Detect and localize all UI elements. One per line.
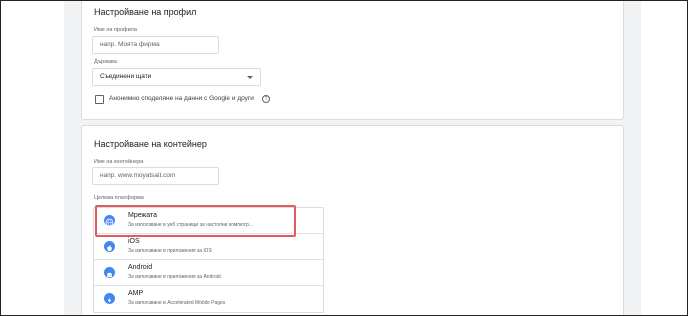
platform-desc: За използване в приложения за Android — [128, 274, 221, 280]
container-name-input[interactable]: напр. www.moyatsait.com — [92, 167, 219, 185]
container-name-placeholder: напр. www.moyatsait.com — [100, 172, 176, 179]
platform-title: Android — [128, 264, 153, 271]
platform-title: iOS — [128, 238, 140, 245]
profile-card: Настройване на профил Име на профила нап… — [81, 1, 624, 120]
amp-bolt-icon — [104, 293, 115, 304]
platform-item-android[interactable]: Android За използване в приложения за An… — [94, 260, 323, 286]
platform-title: AMP — [128, 290, 144, 297]
platform-label: Целева платформа — [94, 195, 144, 201]
platform-desc: За използване в Accelerated Mobile Pages — [128, 300, 226, 306]
profile-name-label: Име на профила — [94, 27, 137, 33]
container-name-label: Име на контейнера — [94, 159, 144, 165]
platform-item-ios[interactable]: iOS За използване в приложения за iOS — [94, 234, 323, 260]
share-data-checkbox[interactable] — [95, 95, 104, 104]
country-value: Съединени щати — [100, 73, 152, 80]
android-icon — [104, 267, 115, 278]
highlight-box — [95, 205, 296, 237]
dropdown-arrow-icon — [247, 76, 253, 79]
apple-icon — [104, 241, 115, 252]
profile-name-input[interactable]: напр. Моята фирма — [92, 36, 219, 54]
container-section-title: Настройване на контейнер — [94, 139, 207, 149]
country-label: Държава — [94, 59, 117, 65]
help-icon[interactable]: ? — [262, 95, 270, 103]
screenshot-frame: Настройване на профил Име на профила нап… — [0, 0, 688, 316]
platform-desc: За използване в приложения за iOS — [128, 248, 212, 254]
platform-item-amp[interactable]: AMP За използване в Accelerated Mobile P… — [94, 286, 323, 312]
profile-section-title: Настройване на профил — [94, 7, 197, 17]
share-data-label: Анонимно споделяне на данни с Google и д… — [109, 95, 254, 102]
profile-name-placeholder: напр. Моята фирма — [100, 41, 160, 48]
country-select[interactable]: Съединени щати — [92, 68, 261, 86]
